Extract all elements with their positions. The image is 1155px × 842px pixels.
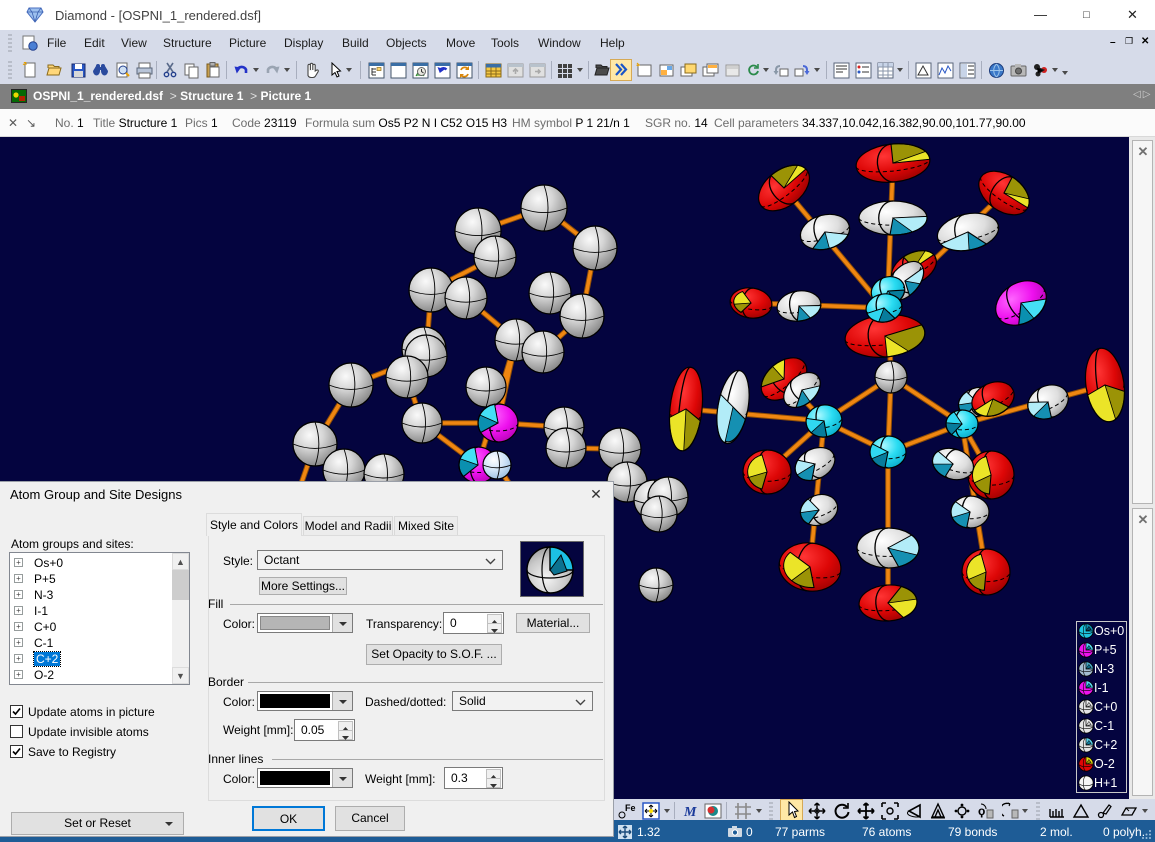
svg-text:Fe: Fe <box>625 803 636 813</box>
svg-text:ϙ: ϙ <box>978 804 985 818</box>
svg-text:M: M <box>683 805 697 820</box>
